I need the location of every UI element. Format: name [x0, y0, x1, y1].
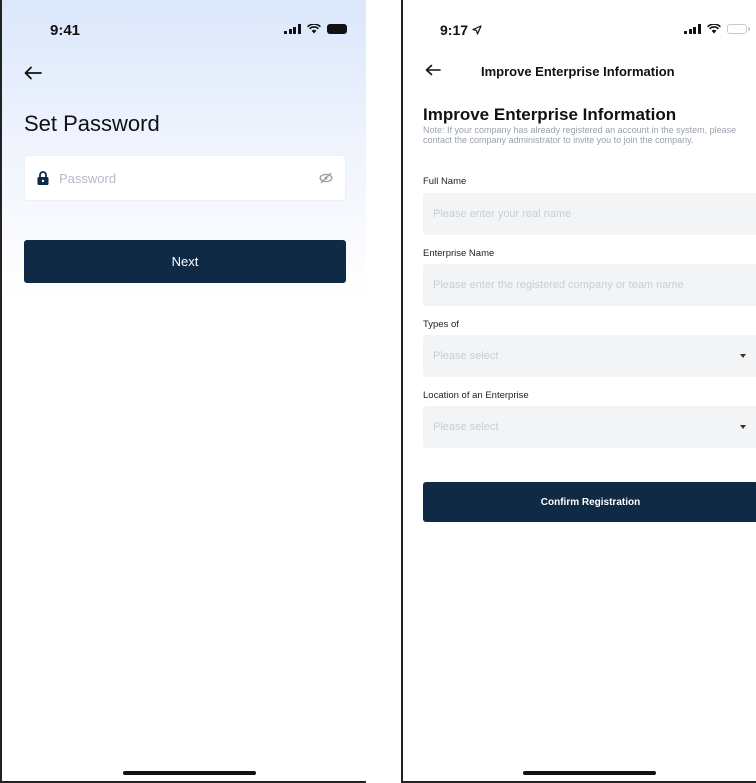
password-input[interactable] [59, 170, 319, 186]
status-icons [684, 24, 750, 34]
caret-down-icon [740, 354, 746, 358]
battery-icon [726, 24, 750, 34]
types-selected-value: Please select [433, 350, 499, 362]
next-button[interactable]: Next [24, 240, 346, 283]
cellular-signal-icon [284, 24, 301, 34]
location-label: Location of an Enterprise [423, 390, 529, 401]
location-arrow-icon [472, 25, 482, 35]
status-bar: 9:41 [2, 22, 366, 42]
wifi-icon [306, 24, 321, 34]
types-select[interactable]: Please select [423, 335, 756, 377]
page-title: Set Password [24, 111, 160, 136]
location-select[interactable]: Please select [423, 406, 756, 448]
eye-off-icon[interactable] [319, 172, 333, 184]
home-indicator [123, 771, 256, 775]
full-name-input[interactable] [423, 193, 756, 235]
caret-down-icon [740, 425, 746, 429]
back-arrow-icon[interactable] [24, 66, 42, 80]
enterprise-name-input[interactable] [423, 264, 756, 306]
home-indicator [523, 771, 656, 775]
status-icons [284, 24, 347, 34]
location-selected-value: Please select [433, 421, 499, 433]
form-note: Note: If your company has already regist… [423, 125, 737, 145]
status-time: 9:17 [440, 22, 469, 38]
wifi-icon [706, 24, 721, 34]
nav-title: Improve Enterprise Information [481, 64, 675, 79]
form-title: Improve Enterprise Information [423, 105, 677, 124]
types-label: Types of [423, 319, 459, 330]
back-arrow-icon[interactable] [425, 64, 441, 76]
battery-icon [326, 24, 347, 34]
confirm-registration-button[interactable]: Confirm Registration [423, 482, 756, 522]
lock-icon [37, 171, 49, 185]
set-password-screen: 9:41 Set Password Next [0, 0, 366, 783]
enterprise-info-screen: 9:17 Improve Enterprise Information Impr… [401, 0, 756, 783]
status-bar: 9:17 [403, 22, 756, 42]
status-time: 9:41 [50, 22, 81, 39]
full-name-label: Full Name [423, 176, 467, 187]
cellular-signal-icon [684, 24, 701, 34]
enterprise-name-label: Enterprise Name [423, 248, 495, 259]
password-field[interactable] [24, 155, 346, 201]
